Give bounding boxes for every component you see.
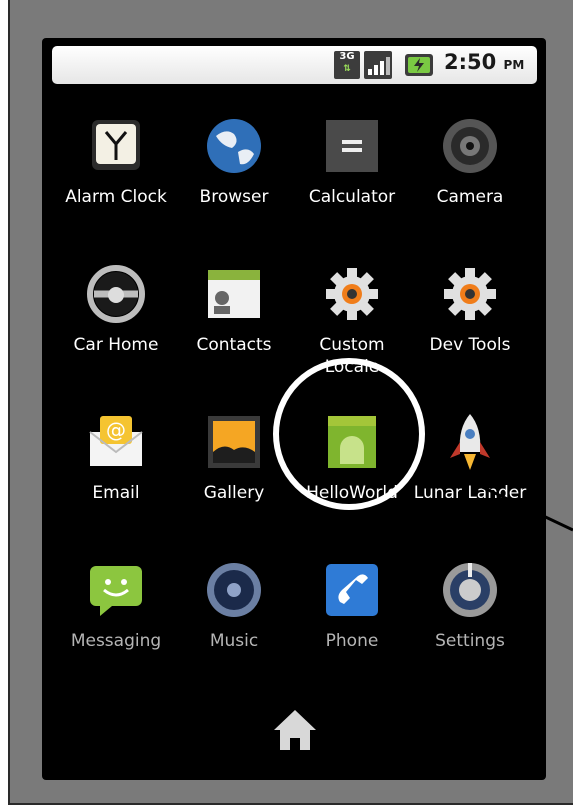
pointer-line xyxy=(424,458,573,532)
